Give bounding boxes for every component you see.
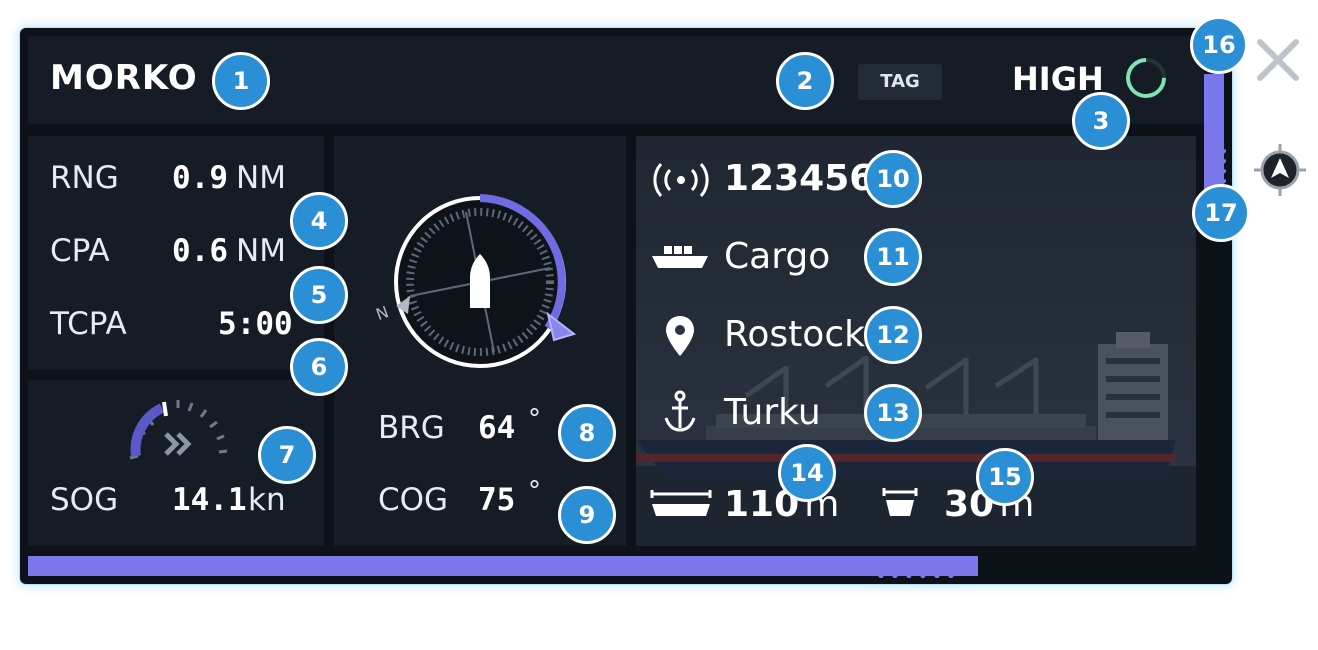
location-pin-icon xyxy=(666,316,694,356)
vessel-type: Cargo xyxy=(724,236,831,277)
ship-beam-icon xyxy=(882,488,918,516)
mmsi-value: 123456 xyxy=(724,158,875,199)
callout-9: 9 xyxy=(558,486,616,544)
callout-12: 12 xyxy=(864,306,922,364)
compass-widget: N xyxy=(373,194,577,368)
cog-label: COG xyxy=(378,482,449,518)
callout-15: 15 xyxy=(976,448,1034,506)
callout-16: 16 xyxy=(1190,16,1248,74)
signal-icon xyxy=(653,163,709,197)
tcpa-value: 5:00 xyxy=(218,306,293,342)
cpa-value: 0.6 xyxy=(172,233,228,269)
callout-14: 14 xyxy=(778,444,836,502)
cog-unit: ° xyxy=(528,476,541,506)
callout-7: 7 xyxy=(258,426,316,484)
rng-unit: NM xyxy=(236,160,286,196)
risk-level: HIGH xyxy=(1012,60,1104,98)
callout-3: 3 xyxy=(1072,92,1130,150)
brg-value: 64 xyxy=(478,410,516,446)
cpa-label: CPA xyxy=(50,233,110,269)
accent-stripes xyxy=(878,556,966,578)
compass-north-label: N xyxy=(373,302,391,324)
ship-length-icon xyxy=(650,490,712,516)
rng-value: 0.9 xyxy=(172,160,228,196)
callout-13: 13 xyxy=(864,384,922,442)
vessel-name: MORKO xyxy=(50,58,198,98)
speed-gauge-icon xyxy=(129,400,228,460)
rng-label: RNG xyxy=(50,160,119,196)
locate-target-icon[interactable] xyxy=(1254,144,1306,196)
cargo-ship-icon xyxy=(652,246,708,268)
callout-11: 11 xyxy=(864,228,922,286)
tcpa-label: TCPA xyxy=(50,306,127,342)
callout-2: 2 xyxy=(776,52,834,110)
bottom-accent-bar xyxy=(28,556,978,576)
callout-5: 5 xyxy=(290,266,348,324)
callout-6: 6 xyxy=(290,338,348,396)
callout-1: 1 xyxy=(212,52,270,110)
sog-unit: kn xyxy=(248,482,286,518)
cog-value: 75 xyxy=(478,482,516,518)
brg-label: BRG xyxy=(378,410,445,446)
callout-8: 8 xyxy=(558,404,616,462)
sog-value: 14.1 xyxy=(172,482,247,518)
callout-17: 17 xyxy=(1192,184,1250,242)
close-icon[interactable] xyxy=(1254,36,1302,84)
callout-10: 10 xyxy=(864,150,922,208)
anchor-icon xyxy=(664,390,696,432)
origin-value: Turku xyxy=(724,392,821,433)
brg-unit: ° xyxy=(528,404,541,434)
sog-label: SOG xyxy=(50,482,119,518)
destination-value: Rostock xyxy=(724,314,865,355)
callout-4: 4 xyxy=(290,192,348,250)
cpa-unit: NM xyxy=(236,233,286,269)
tag-button[interactable]: TAG xyxy=(858,64,942,100)
